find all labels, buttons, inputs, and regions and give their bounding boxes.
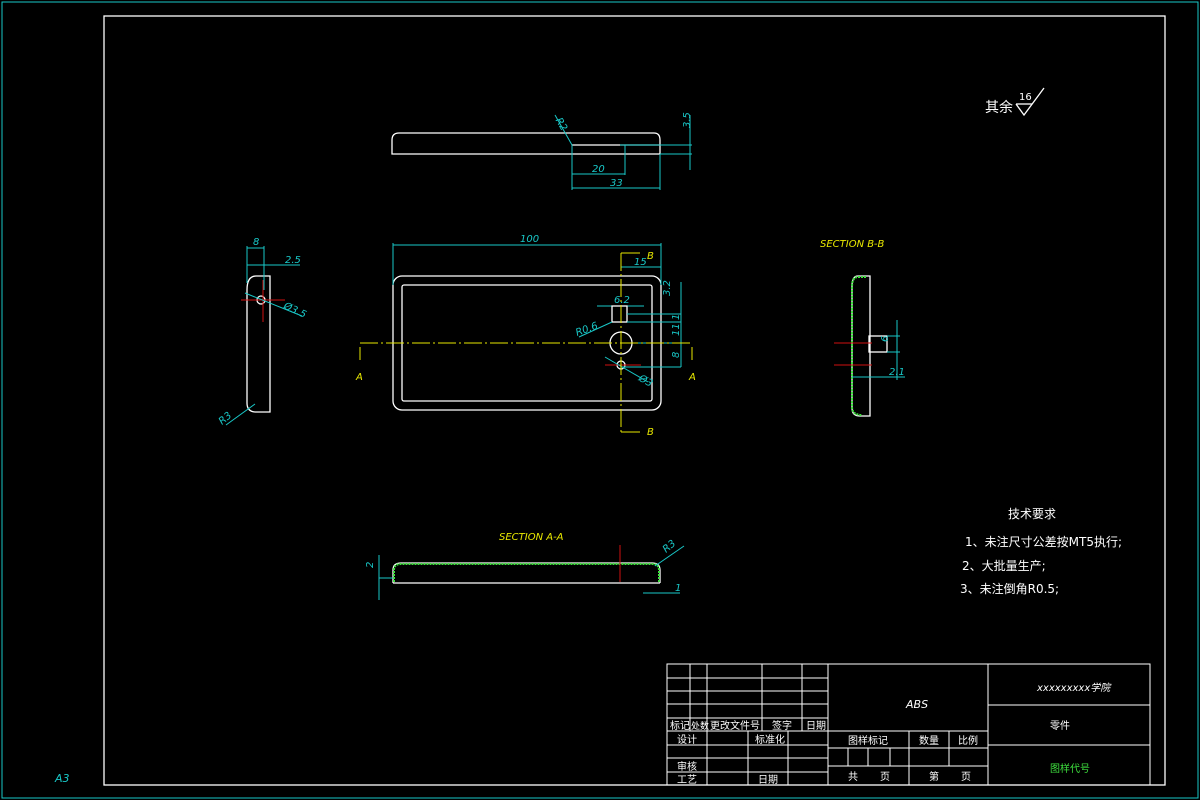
side-view: 8 2.5 Ø3.5 R3 — [217, 237, 308, 427]
dim-r3: R3 — [661, 538, 678, 555]
label-page-2: 页 — [961, 771, 971, 783]
dim-6: 6 — [880, 336, 891, 342]
drawing-sheet: A3 其余 16 R2 20 33 3.5 100 15 6.2 R0.6 Ø3… — [1, 1, 1199, 799]
part-name: 零件 — [1050, 720, 1070, 732]
hdr-mark: 标记 — [670, 720, 690, 732]
section-b-b-title: SECTION B-B — [820, 239, 885, 250]
label-review: 审核 — [677, 760, 697, 773]
title-block: 标记 处数 更改文件号 签字 日期 设计 标准化 审核 工艺 日期 图样标记 数… — [666, 663, 1151, 786]
section-mark-b-top: B — [647, 251, 654, 262]
surface-roughness-symbol: 其余 16 — [985, 87, 1045, 117]
tech-req-item: 3、未注倒角R0.5; — [960, 581, 1059, 596]
tech-req-item: 2、大批量生产; — [962, 558, 1046, 573]
tech-req-item: 1、未注尺寸公差按MT5执行; — [965, 534, 1122, 549]
roughness-value: 16 — [1019, 92, 1032, 103]
dim-11-1: 11.1 — [671, 314, 682, 336]
dim-15: 15 — [634, 257, 647, 268]
dim-33: 33 — [610, 178, 623, 189]
label-scale: 比例 — [958, 734, 978, 747]
dim-2: 2 — [365, 562, 376, 568]
dim-r0-6: R0.6 — [574, 321, 599, 339]
label-design: 设计 — [677, 733, 697, 746]
label-sheet-no: 第 — [929, 770, 939, 783]
dim-20: 20 — [592, 164, 605, 175]
label-total: 共 — [848, 771, 858, 783]
hdr-date: 日期 — [806, 720, 826, 732]
hdr-count: 处数 — [691, 720, 709, 732]
dim-r2: R2 — [553, 116, 569, 133]
section-mark-a-right: A — [688, 372, 696, 383]
material: ABS — [905, 698, 928, 711]
top-view: R2 20 33 3.5 — [391, 112, 693, 190]
sheet-size-label: A3 — [54, 772, 70, 785]
tech-req-title: 技术要求 — [1008, 507, 1056, 521]
roughness-prefix: 其余 — [985, 99, 1013, 116]
school-name: xxxxxxxxx学院 — [1036, 682, 1112, 694]
technical-requirements: 技术要求 1、未注尺寸公差按MT5执行; 2、大批量生产; 3、未注倒角R0.5… — [960, 507, 1122, 596]
sheet-border — [1, 1, 1199, 799]
dim-8: 8 — [671, 352, 682, 358]
hdr-change-doc: 更改文件号 — [710, 719, 760, 732]
section-a-a-title: SECTION A-A — [499, 532, 564, 543]
dim-100: 100 — [520, 234, 539, 245]
label-drawing-mark: 图样标记 — [848, 734, 888, 747]
dim-3-5: 3.5 — [682, 112, 693, 128]
front-view: 100 15 6.2 R0.6 Ø3 3.2 11.1 8 A A B B — [355, 234, 696, 438]
dim-6-2: 6.2 — [614, 295, 630, 306]
label-standardization: 标准化 — [755, 733, 785, 746]
section-mark-a-left: A — [355, 372, 363, 383]
section-b-b: SECTION B-B 6 2.1 — [820, 239, 905, 417]
dim-3-2: 3.2 — [662, 280, 673, 296]
dim-r3: R3 — [217, 410, 234, 427]
drawing-number: 图样代号 — [1050, 762, 1090, 775]
label-page: 页 — [880, 771, 890, 783]
section-mark-b-bottom: B — [647, 427, 654, 438]
hdr-sign: 签字 — [772, 719, 792, 732]
dim-8: 8 — [253, 237, 259, 248]
dim-hole-3-5: Ø3.5 — [281, 299, 309, 320]
dim-2-1: 2.1 — [889, 367, 905, 378]
section-a-a: SECTION A-A 2 R3 1 — [365, 532, 685, 600]
dim-1: 1 — [675, 583, 681, 594]
label-process: 工艺 — [677, 774, 697, 786]
label-quantity: 数量 — [919, 734, 939, 747]
label-date: 日期 — [758, 774, 778, 786]
dim-2-5: 2.5 — [285, 255, 301, 266]
